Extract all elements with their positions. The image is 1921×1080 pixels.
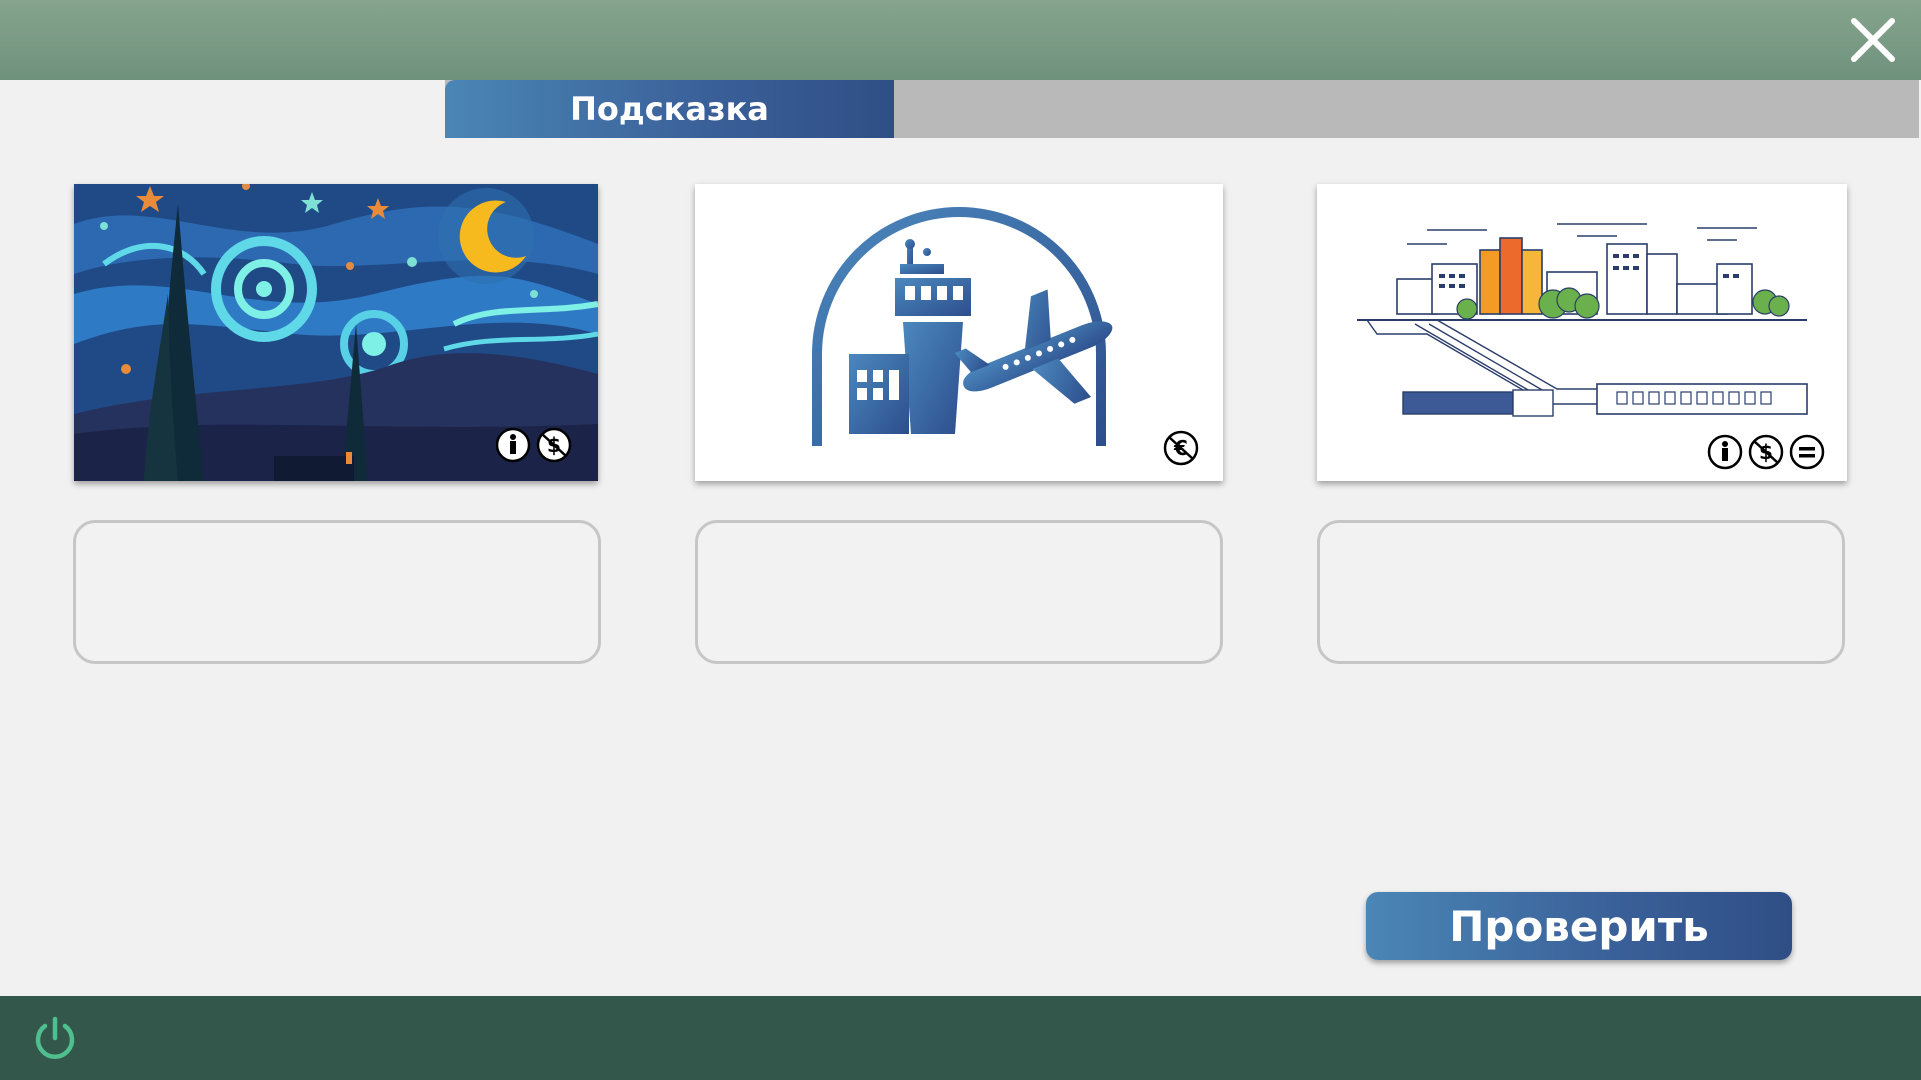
license-icons: € (1162, 429, 1200, 467)
close-icon (1851, 18, 1895, 62)
check-button[interactable]: Проверить (1366, 892, 1792, 960)
cc-nd-icon (1789, 434, 1825, 470)
bottom-bar (0, 996, 1921, 1080)
answer-field-3[interactable] (1317, 520, 1845, 664)
metro-city-image[interactable]: $ (1317, 184, 1847, 481)
cc-by-icon (496, 427, 531, 463)
tab-hint[interactable]: Подсказка (445, 80, 894, 138)
close-button[interactable] (1845, 12, 1901, 68)
cc-nc-icon: $ (536, 427, 572, 463)
airport-image[interactable]: € (695, 184, 1223, 481)
cc-by-icon (1707, 434, 1743, 470)
license-icons: $ (496, 426, 574, 464)
starry-night-image[interactable]: $ (74, 184, 598, 481)
power-icon (35, 1016, 75, 1059)
tab-hint-label: Подсказка (570, 90, 769, 128)
license-icons: $ (1707, 433, 1827, 471)
top-bar (0, 0, 1921, 80)
power-button[interactable] (30, 1014, 80, 1064)
answer-field-1[interactable] (73, 520, 601, 664)
answer-field-2[interactable] (695, 520, 1223, 664)
cc-nc-icon: $ (1748, 434, 1784, 470)
cc-nc-icon: € (1163, 430, 1199, 466)
check-button-label: Проверить (1449, 901, 1709, 951)
